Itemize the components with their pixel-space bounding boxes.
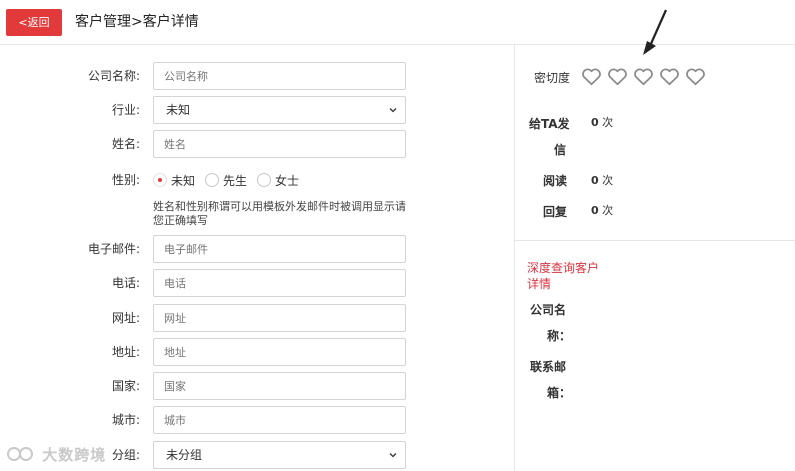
watermark-logo-icon [7,447,33,461]
annotation-arrow-icon [643,9,668,55]
heart-icon[interactable] [659,67,680,86]
phone-input[interactable] [153,269,406,297]
reply-label: 回复 [543,205,568,219]
industry-row: 行业: 未知 [0,96,510,124]
radio-unchecked-icon [205,173,220,187]
heart-icon[interactable] [685,67,706,86]
company-input[interactable] [153,62,406,90]
heart-icon[interactable] [607,67,628,86]
address-label: 地址: [111,345,140,359]
gender-option-label: 女士 [275,173,300,188]
name-label: 姓名: [111,137,140,151]
company-row: 公司名称: [0,62,510,90]
radio-unchecked-icon [257,173,272,187]
gender-label: 性别: [111,173,140,187]
deep-query-link[interactable]: 深度查询客户详情 [527,260,607,292]
panel-divider [514,45,515,471]
country-label: 国家: [111,379,140,393]
email-label: 电子邮件: [87,242,140,256]
company-info-label-cont: 称： [547,329,572,343]
intimacy-rating[interactable] [581,67,711,86]
country-input[interactable] [153,372,406,400]
email-input[interactable] [153,235,406,263]
right-panel-divider [515,240,795,241]
chevron-down-icon [389,453,397,458]
back-button[interactable]: <返回 [6,9,62,36]
city-input[interactable] [153,406,406,434]
phone-label: 电话: [111,276,140,290]
group-select-value: 未分组 [166,448,203,462]
watermark: 大数跨境 [6,444,106,465]
reply-count-unit: 次 [602,204,614,217]
send-count: 0 次 [591,114,613,130]
chevron-down-icon [389,108,397,113]
address-row: 地址: [0,338,510,366]
intimacy-label: 密切度 [534,71,571,85]
company-label: 公司名称: [87,69,140,83]
company-info-label: 公司名 [530,303,567,317]
city-label: 城市: [111,413,140,427]
group-select[interactable]: 未分组 [153,441,406,469]
gender-option-label: 未知 [171,173,196,188]
watermark-text: 大数跨境 [42,446,107,464]
read-label: 阅读 [543,174,568,188]
industry-label: 行业: [111,103,140,117]
reply-count: 0 次 [591,202,613,218]
send-mail-label: 给TA发 [529,117,570,131]
address-input[interactable] [153,338,406,366]
website-input[interactable] [153,304,406,332]
read-count-unit: 次 [602,174,614,187]
heart-icon[interactable] [633,67,654,86]
phone-row: 电话: [0,269,510,297]
name-gender-hint: 姓名和性别称谓可以用模板外发邮件时被调用显示请您正确填写 [153,200,406,227]
name-input[interactable] [153,130,406,158]
gender-radio-mr[interactable]: 先生 [205,172,247,189]
gender-row: 性别: 未知 先生 女士 [0,166,510,194]
gender-radio-group: 未知 先生 女士 [153,166,309,194]
page-header: <返回 客户管理>客户详情 [0,0,795,45]
contact-email-label-cont: 箱： [547,386,572,400]
city-row: 城市: [0,406,510,434]
gender-option-label: 先生 [223,173,248,188]
industry-select[interactable]: 未知 [153,96,406,124]
read-count: 0 次 [591,172,613,188]
send-count-value: 0 [591,116,599,129]
country-row: 国家: [0,372,510,400]
website-row: 网址: [0,304,510,332]
send-count-unit: 次 [602,116,614,129]
radio-checked-icon [153,173,167,187]
gender-radio-ms[interactable]: 女士 [257,172,299,189]
website-label: 网址: [111,311,140,325]
industry-select-value: 未知 [166,103,191,117]
send-mail-label-cont: 信 [554,143,567,157]
email-row: 电子邮件: [0,235,510,263]
contact-email-label: 联系邮 [530,360,567,374]
read-count-value: 0 [591,174,599,187]
reply-count-value: 0 [591,204,599,217]
name-row: 姓名: [0,130,510,158]
page-title: 客户管理>客户详情 [75,14,199,30]
heart-icon[interactable] [581,67,602,86]
gender-radio-unknown[interactable]: 未知 [153,172,195,189]
